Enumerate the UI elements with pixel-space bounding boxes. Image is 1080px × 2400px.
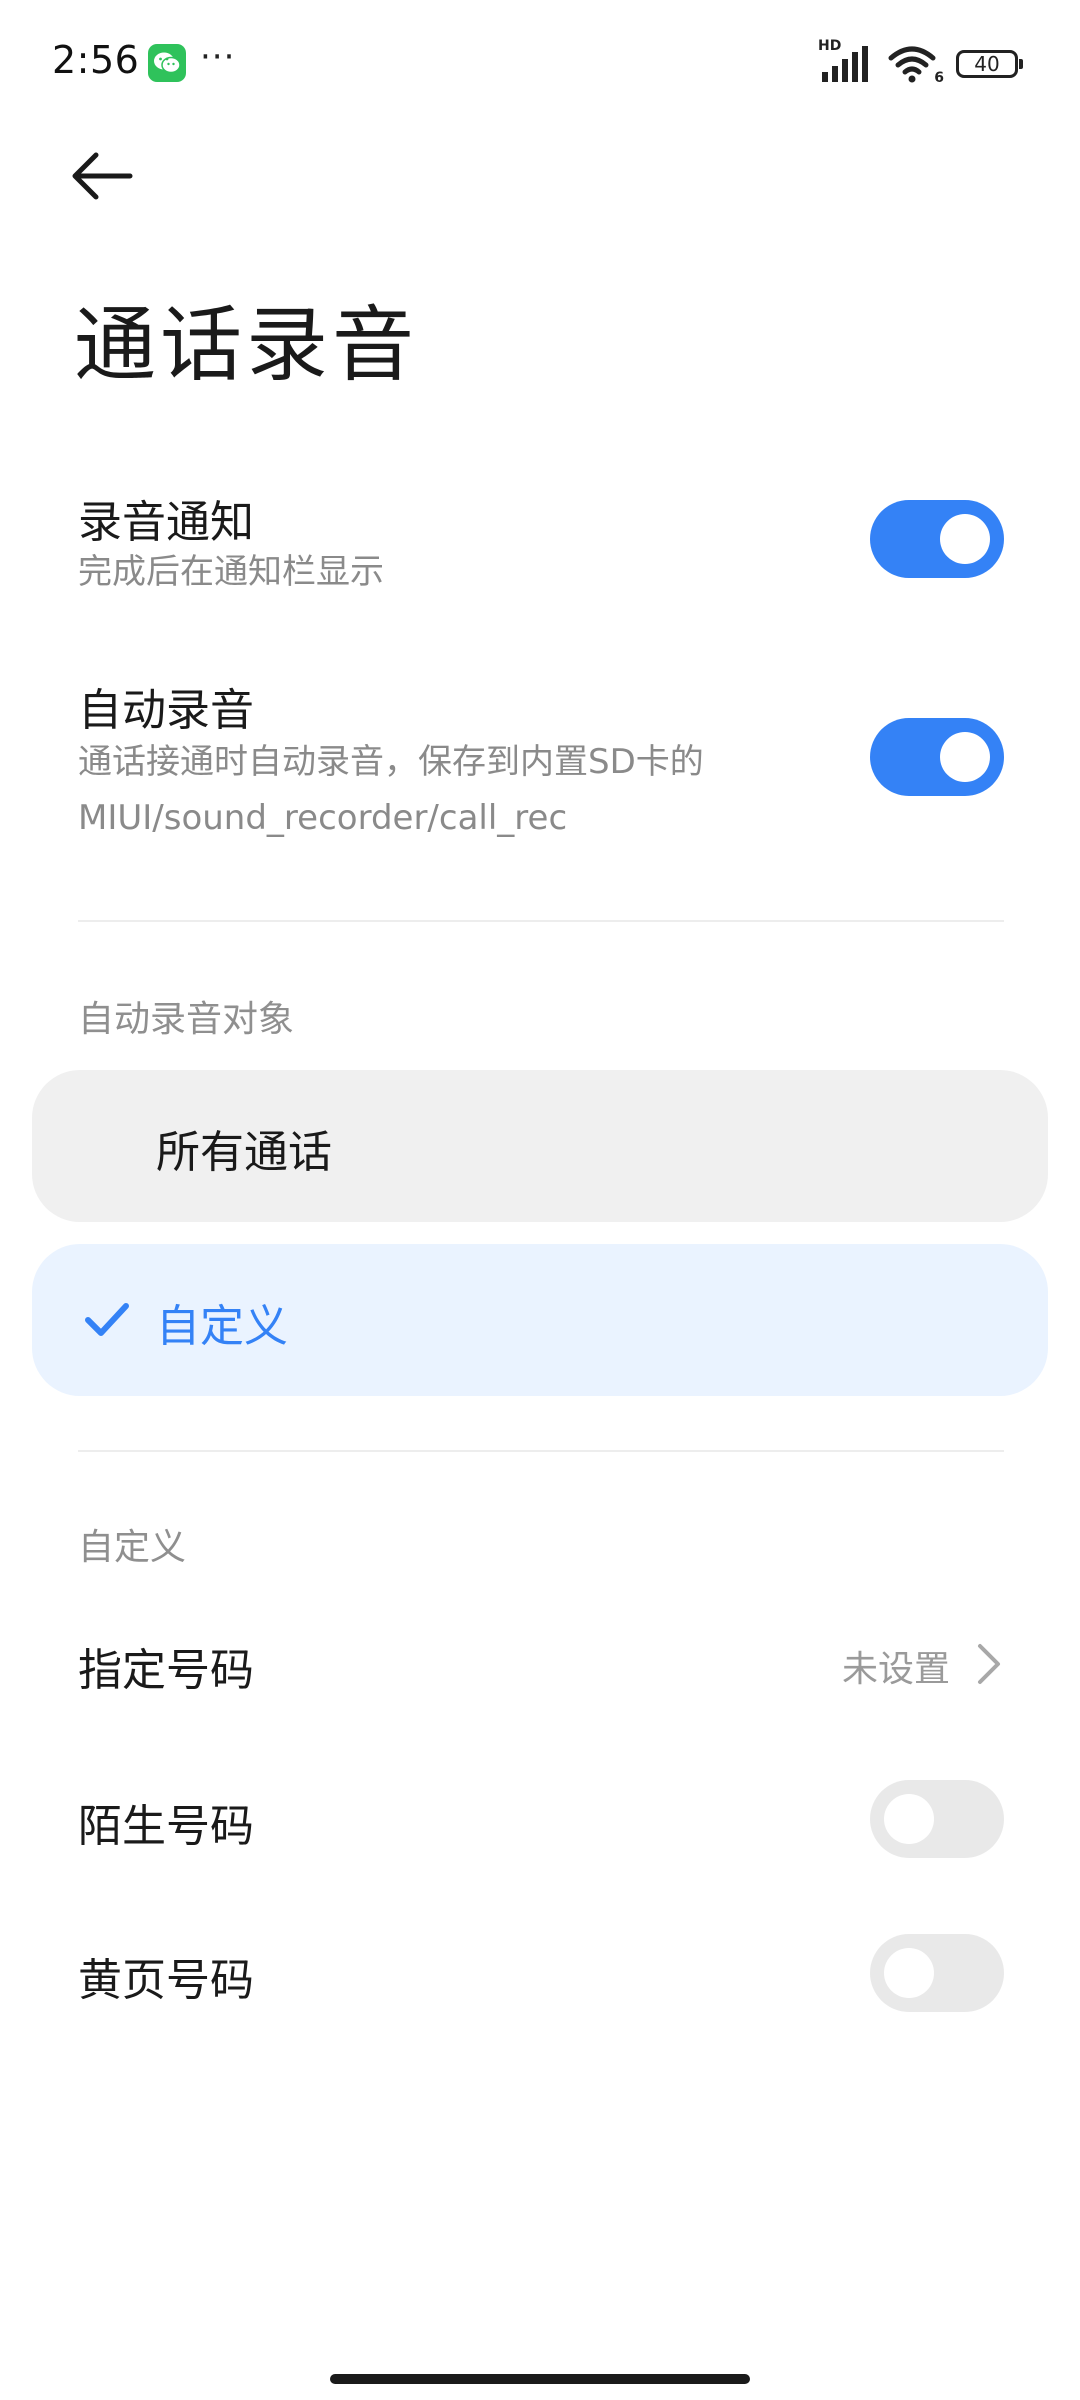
toggle-knob (884, 1948, 934, 1998)
status-time: 2:56 (52, 38, 140, 82)
yellow-pages-toggle[interactable] (870, 1934, 1004, 2012)
wifi-standard-label: 6 (934, 70, 944, 86)
specified-numbers-value: 未设置 (841, 1649, 950, 1690)
option-all-calls[interactable]: 所有通话 (32, 1070, 1048, 1222)
status-indicators: HD 6 40 (818, 38, 1023, 86)
record-notice-toggle[interactable] (870, 500, 1004, 578)
yellow-pages-row[interactable]: 黄页号码 (0, 1924, 1080, 2034)
auto-record-toggle[interactable] (870, 718, 1004, 796)
auto-record-title: 自动录音 (78, 685, 254, 736)
option-all-calls-label: 所有通话 (156, 1127, 332, 1178)
battery-icon: 40 (956, 50, 1023, 78)
status-bar: 2:56 ··· HD 6 40 (0, 0, 1080, 130)
wechat-icon (148, 44, 186, 82)
page-title: 通话录音 (74, 298, 419, 393)
toggle-knob (940, 514, 990, 564)
toggle-knob (940, 732, 990, 782)
option-custom-label: 自定义 (156, 1301, 288, 1352)
option-custom[interactable]: 自定义 (32, 1244, 1048, 1396)
unknown-numbers-toggle[interactable] (870, 1780, 1004, 1858)
record-notice-row[interactable]: 录音通知 完成后在通知栏显示 (0, 470, 1080, 610)
auto-record-subtitle-line1: 通话接通时自动录音，保存到内置SD卡的 (78, 742, 704, 782)
specified-numbers-row[interactable]: 指定号码 未设置 (0, 1610, 1080, 1720)
auto-record-subtitle-line2: MIUI/sound_recorder/call_rec (78, 798, 568, 838)
yellow-pages-title: 黄页号码 (78, 1955, 254, 2006)
record-notice-subtitle: 完成后在通知栏显示 (78, 552, 384, 592)
record-notice-title: 录音通知 (78, 497, 254, 548)
toggle-knob (884, 1794, 934, 1844)
unknown-numbers-title: 陌生号码 (78, 1801, 254, 1852)
cellular-signal-icon: HD (818, 38, 870, 84)
more-notifications-icon: ··· (200, 37, 236, 77)
divider (78, 920, 1004, 922)
auto-record-target-header: 自动录音对象 (78, 999, 295, 1040)
unknown-numbers-row[interactable]: 陌生号码 (0, 1770, 1080, 1880)
wifi-icon: 6 (888, 44, 944, 86)
divider (78, 1450, 1004, 1452)
home-indicator[interactable] (330, 2374, 750, 2384)
auto-record-row[interactable]: 自动录音 通话接通时自动录音，保存到内置SD卡的 MIUI/sound_reco… (0, 670, 1080, 850)
chevron-right-icon (978, 1644, 1000, 1684)
specified-numbers-title: 指定号码 (78, 1645, 254, 1696)
check-icon (85, 1303, 129, 1336)
back-arrow-icon (72, 152, 133, 200)
back-button[interactable] (70, 150, 150, 210)
custom-section-header: 自定义 (78, 1527, 187, 1568)
battery-level: 40 (974, 52, 1000, 76)
